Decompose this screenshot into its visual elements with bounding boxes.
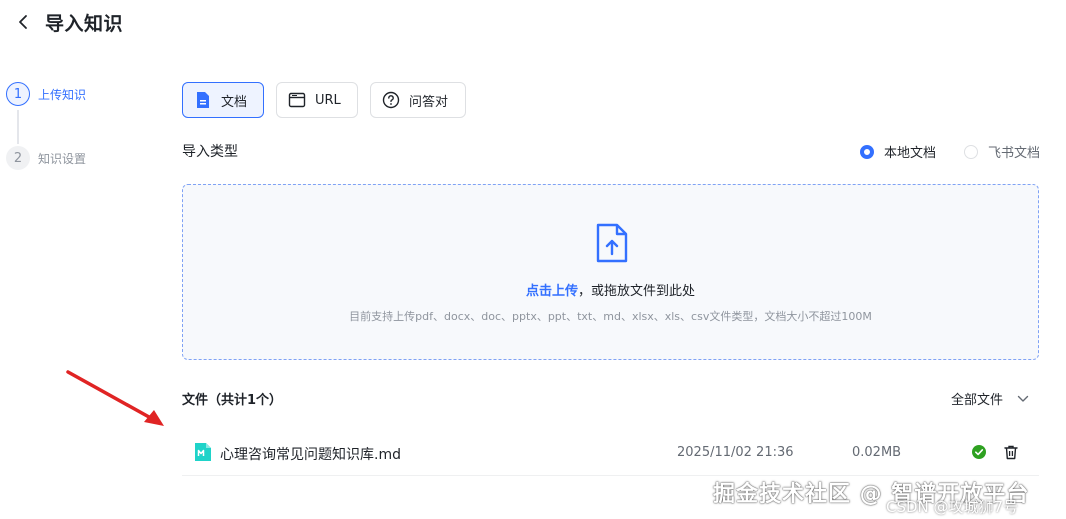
upload-instruction: 点击上传，或拖放文件到此处 xyxy=(183,280,1038,299)
annotation-arrow-icon xyxy=(66,370,164,426)
source-tabs: 文档 URL 问答对 xyxy=(182,82,466,118)
radio-feishu-document[interactable]: 飞书文档 xyxy=(963,142,1040,161)
files-count-title: 文件（共计1个） xyxy=(182,393,283,408)
tab-label: 文档 xyxy=(221,94,248,110)
step-label: 知识设置 xyxy=(38,151,87,166)
radio-label: 本地文档 xyxy=(883,146,936,161)
chevron-down-icon xyxy=(1017,395,1029,402)
back-button[interactable] xyxy=(12,10,34,34)
success-check-icon xyxy=(972,445,986,459)
radio-label: 飞书文档 xyxy=(987,146,1040,161)
markdown-file-icon xyxy=(195,443,211,461)
question-circle-icon xyxy=(381,90,401,110)
step-number: 2 xyxy=(6,146,30,170)
file-upload-icon xyxy=(596,223,628,263)
radio-unchecked-icon xyxy=(963,144,978,159)
file-name: 心理咨询常见问题知识库.md xyxy=(220,447,401,463)
tab-label: 问答对 xyxy=(409,94,449,110)
tab-qa-pairs[interactable]: 问答对 xyxy=(370,82,466,118)
page-title: 导入知识 xyxy=(45,13,124,35)
tab-document[interactable]: 文档 xyxy=(182,82,264,118)
upload-dropzone[interactable]: 点击上传，或拖放文件到此处 目前支持上传pdf、docx、doc、pptx、pp… xyxy=(182,184,1039,360)
click-upload-link[interactable]: 点击上传 xyxy=(526,284,578,299)
step-knowledge-settings[interactable]: 2 知识设置 xyxy=(6,146,126,170)
tab-label: URL xyxy=(315,92,341,108)
document-icon xyxy=(193,90,213,110)
watermark-sub: CSDN @攻城狮7号 xyxy=(886,498,1019,516)
filter-label: 全部文件 xyxy=(950,393,1003,408)
file-size: 0.02MB xyxy=(852,445,902,460)
drag-drop-text: ，或拖放文件到此处 xyxy=(578,284,696,299)
file-date: 2025/11/02 21:36 xyxy=(677,445,794,460)
upload-hint: 目前支持上传pdf、docx、doc、pptx、ppt、txt、md、xlsx、… xyxy=(349,310,872,323)
files-filter-dropdown[interactable]: 全部文件 xyxy=(951,389,1029,408)
browser-window-icon xyxy=(287,90,307,110)
trash-icon[interactable] xyxy=(1003,444,1019,460)
step-label: 上传知识 xyxy=(38,87,87,102)
chevron-left-icon xyxy=(19,15,27,29)
step-number: 1 xyxy=(6,82,30,106)
radio-local-document[interactable]: 本地文档 xyxy=(859,142,936,161)
step-upload-knowledge[interactable]: 1 上传知识 xyxy=(6,82,126,106)
radio-checked-icon xyxy=(859,144,874,159)
tab-url[interactable]: URL xyxy=(276,82,358,118)
file-row[interactable]: 心理咨询常见问题知识库.md 2025/11/02 21:36 0.02MB xyxy=(182,436,1039,476)
step-connector xyxy=(17,110,19,144)
import-type-radio-group: 本地文档 飞书文档 xyxy=(859,142,1040,161)
header: 导入知识 xyxy=(0,0,1066,46)
files-header: 文件（共计1个） 全部文件 xyxy=(182,389,1039,411)
import-type-label: 导入类型 xyxy=(182,144,238,160)
